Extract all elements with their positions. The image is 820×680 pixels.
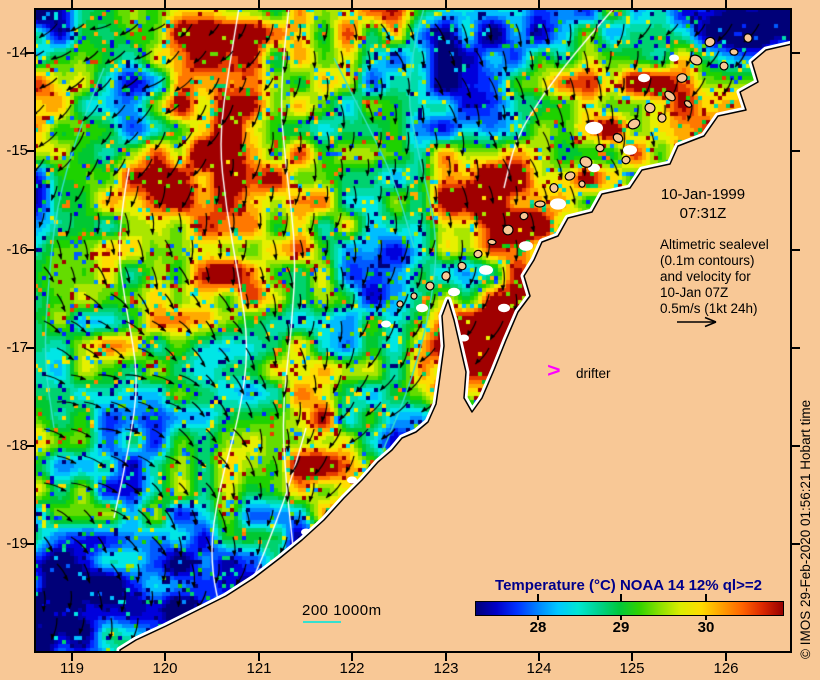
cloud-patch xyxy=(448,287,460,297)
altimetry-note-line: Altimetric sealevel xyxy=(660,237,769,252)
island xyxy=(743,33,753,43)
cloud-patch xyxy=(459,334,469,342)
timestamp-annotation: 10-Jan-1999 07:31Z xyxy=(645,185,761,223)
x-tick-label: 121 xyxy=(246,660,272,677)
x-tick-top xyxy=(71,0,73,8)
island xyxy=(410,292,418,300)
sst-map-figure: 119 120 121 122 123 124 125 126 -14 -15 -16 -17 -18 -… xyxy=(0,0,820,680)
x-tick-top xyxy=(725,0,727,8)
cloud-patch xyxy=(623,145,637,155)
island xyxy=(534,200,546,208)
colorbar-title: Temperature (°C) NOAA 14 12% ql>=2 xyxy=(495,577,762,594)
altimetry-note-line: 10-Jan 07Z xyxy=(660,285,729,300)
y-tick-label: -17 xyxy=(6,339,28,356)
altimetry-note-line: and velocity for xyxy=(660,269,751,284)
island xyxy=(627,118,641,130)
island xyxy=(664,90,676,102)
drifter-label: drifter xyxy=(576,366,611,381)
cloud-patch xyxy=(347,476,357,484)
island xyxy=(729,48,739,56)
bathymetry-200m-contour-sample xyxy=(303,621,341,623)
cloud-patch xyxy=(498,303,510,313)
cloud-patch xyxy=(669,54,679,62)
island xyxy=(473,249,483,259)
island xyxy=(564,171,576,181)
y-tick-label: -16 xyxy=(6,241,28,258)
island xyxy=(644,102,656,114)
x-tick-top xyxy=(351,0,353,8)
colorbar-tick-label: 29 xyxy=(612,619,630,636)
island xyxy=(457,261,467,271)
drifter-marker-icon: > xyxy=(547,360,561,382)
temperature-colorbar xyxy=(475,601,784,616)
altimetry-note-line: (0.1m contours) xyxy=(660,253,755,268)
colorbar-tick-mark xyxy=(705,594,707,601)
colorbar-tick-label: 30 xyxy=(697,619,715,636)
y-tick-label: -18 xyxy=(6,437,28,454)
x-tick-top xyxy=(164,0,166,8)
island xyxy=(689,54,703,66)
cloud-patch xyxy=(638,73,650,83)
island xyxy=(441,271,451,281)
land-mass xyxy=(120,44,792,653)
island xyxy=(519,211,529,221)
cloud-patch xyxy=(479,265,493,275)
time-label: 07:31Z xyxy=(679,205,727,222)
island xyxy=(676,73,688,83)
island xyxy=(549,183,559,193)
island xyxy=(719,61,729,71)
island xyxy=(396,300,404,308)
altimetry-note: Altimetric sealevel (0.1m contours) and ve… xyxy=(660,237,769,317)
x-tick-top xyxy=(445,0,447,8)
x-tick-label: 120 xyxy=(152,660,178,677)
x-tick-label: 122 xyxy=(339,660,365,677)
island xyxy=(704,36,716,48)
island xyxy=(425,281,435,291)
cloud-patch xyxy=(416,303,428,313)
y-tick-label: -19 xyxy=(6,535,28,552)
cloud-patch xyxy=(550,198,566,210)
island xyxy=(487,238,497,246)
island xyxy=(612,133,624,143)
x-tick-label: 125 xyxy=(619,660,645,677)
island xyxy=(595,143,605,153)
colorbar-tick-mark xyxy=(537,594,539,601)
cloud-patch xyxy=(381,320,391,328)
x-tick-label: 126 xyxy=(713,660,739,677)
cloud-patch xyxy=(519,241,533,251)
x-tick-label: 124 xyxy=(526,660,552,677)
date-label: 10-Jan-1999 xyxy=(660,186,746,203)
x-tick-label: 123 xyxy=(433,660,459,677)
island xyxy=(657,113,667,123)
x-tick-top xyxy=(258,0,260,8)
island xyxy=(621,155,631,165)
bathymetry-legend-label: 200 1000m xyxy=(302,602,382,619)
y-tick-label: -15 xyxy=(6,142,28,159)
island xyxy=(502,224,514,236)
island xyxy=(683,100,693,108)
cloud-patch xyxy=(585,121,603,135)
y-tick-label: -14 xyxy=(6,44,28,61)
island xyxy=(578,180,586,188)
colorbar-tick-label: 28 xyxy=(529,619,547,636)
x-tick-top xyxy=(631,0,633,8)
credit-text: © IMOS 29-Feb-2020 01:56:21 Hobart time xyxy=(798,399,813,659)
coastline-land-overlay xyxy=(116,33,792,653)
x-tick-top xyxy=(538,0,540,8)
velocity-scale-arrow-icon xyxy=(677,316,717,328)
colorbar-tick-mark xyxy=(620,594,622,601)
x-tick-label: 119 xyxy=(60,660,84,677)
